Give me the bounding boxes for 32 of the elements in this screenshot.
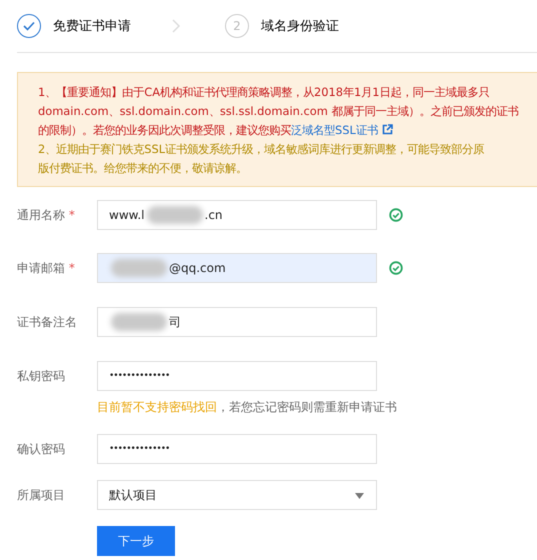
field-label: 通用名称 * (17, 206, 76, 224)
warning-text: 目前暂不支持密码找回 (97, 400, 217, 414)
notice-text: 版付费证书。给您带来的不便，敬请谅解。 (38, 161, 247, 175)
check-circle-icon (389, 208, 403, 222)
hint-text: ，若您忘记密码则需重新申请证书 (217, 400, 397, 414)
field-label: 证书备注名 (17, 314, 78, 330)
input-field[interactable]: 司 (97, 307, 377, 337)
redaction-blur (146, 206, 202, 224)
select-field[interactable]: 默认项目 (97, 480, 377, 510)
field-label: 所属项目 (17, 486, 66, 504)
input-field[interactable]: •••••••••••••• (97, 434, 377, 464)
input-field[interactable]: •••••••••••••• (97, 361, 377, 391)
input-field[interactable]: www.l .cn (97, 200, 377, 230)
chevron-icon (171, 19, 181, 33)
field-label: 申请邮箱 * (17, 260, 76, 276)
notice-text: 1、【重要通知】由于CA机构和证书代理商策略调整，从2018年1月1日起，同一主域最多只 (38, 85, 490, 99)
caret-icon (355, 493, 364, 499)
next-button[interactable]: 下一步 (97, 526, 175, 556)
external-link-icon (382, 124, 393, 135)
redaction-blur (111, 313, 167, 331)
notice-link[interactable]: 泛域名型SSL证书 (291, 123, 378, 137)
step-number: 2 (225, 14, 249, 38)
field-label: 确认密码 (17, 440, 66, 458)
redaction-blur (111, 259, 167, 277)
notice-text: 2、近期由于赛门铁克SSL证书颁发系统升级，域名敏感词库进行更新调整，可能导致部分原 (38, 142, 484, 156)
check-circle-icon (389, 261, 403, 275)
notice-text: domain.com、ssl.domain.com、ssl.ssl.domain.com 都属于同一主域）。之前已颁发的证书 (38, 104, 518, 118)
step-label: 域名身份验证 (261, 18, 339, 35)
input-field[interactable]: @qq.com (97, 253, 377, 283)
step-label: 免费证书申请 (53, 18, 131, 35)
field-label: 私钥密码 (17, 368, 66, 384)
notice-text: 的限制）。若您的业务因此次调整受限，建议您购买 (38, 123, 291, 137)
